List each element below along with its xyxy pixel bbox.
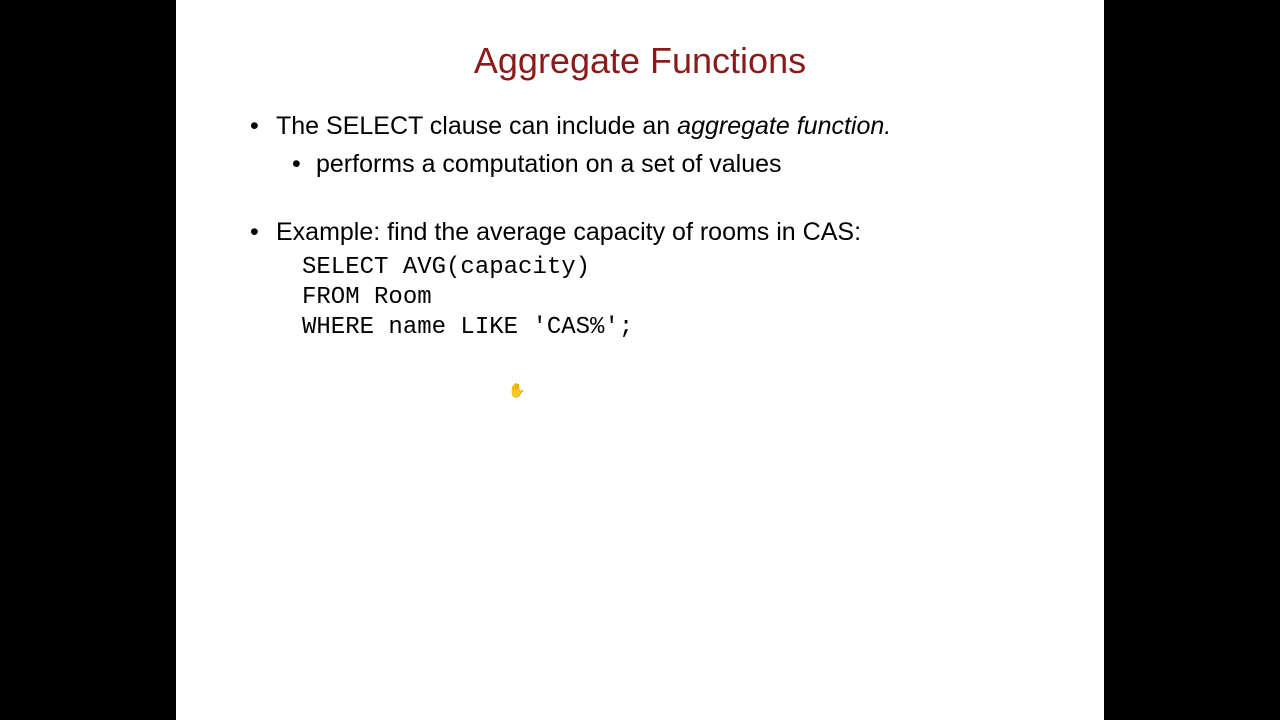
bullet-main-2: Example: find the average capacity of ro… — [236, 216, 1054, 250]
grab-cursor-icon: ✋ — [508, 382, 525, 399]
sql-code: SELECT AVG(capacity) FROM Room WHERE nam… — [236, 253, 1054, 343]
bullet-sub-1: performs a computation on a set of value… — [236, 148, 1054, 182]
bullet1-text-pre: The SELECT clause can include an — [276, 112, 677, 140]
slide-title: Aggregate Functions — [226, 40, 1054, 82]
slide-content: The SELECT clause can include an aggrega… — [226, 110, 1054, 343]
bullet-main-1: The SELECT clause can include an aggrega… — [236, 110, 1054, 144]
bullet1-text-italic: aggregate function. — [677, 112, 891, 140]
slide: Aggregate Functions The SELECT clause ca… — [176, 0, 1104, 720]
